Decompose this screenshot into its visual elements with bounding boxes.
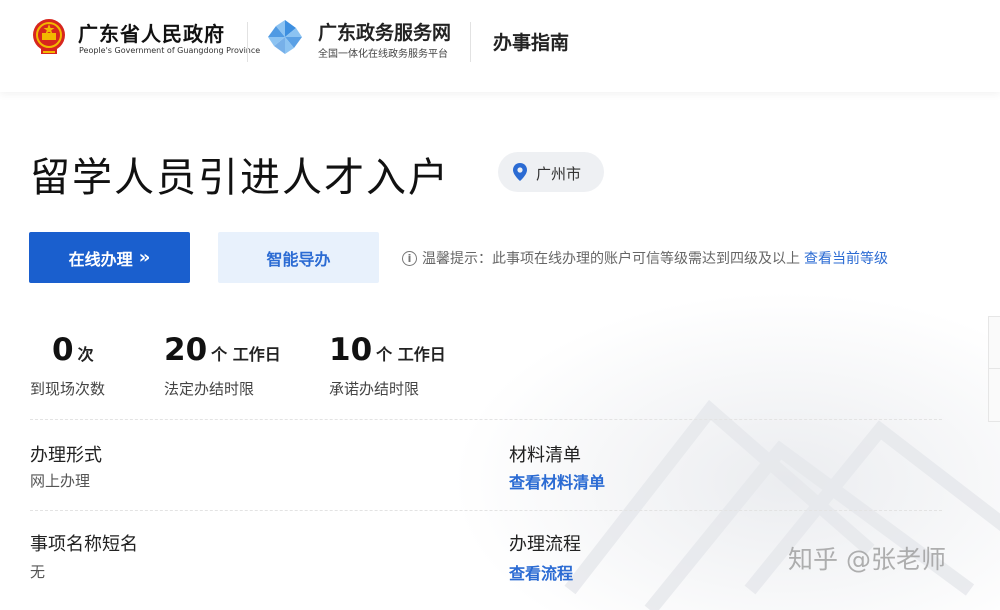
stat-unit: 次 [77,345,94,364]
materials-link[interactable]: 查看材料清单 [509,469,605,493]
online-apply-button[interactable]: 在线办理 » [29,232,190,283]
gov-subtitle: People's Government of Guangdong Provinc… [79,46,261,55]
page-title: 留学人员引进人才入户 [30,155,450,201]
notice-text: 温馨提示：此事项在线办理的账户可信等级需达到四级及以上 [422,251,800,267]
pinwheel-logo-icon[interactable] [266,18,304,56]
site-header: 广东省人民政府 People's Government of Guangdong… [0,0,1000,92]
service-title[interactable]: 广东政务服务网 [318,18,451,45]
side-float-tab[interactable] [988,316,1000,370]
stat-promise-limit: 10 个 工作日 承诺办结时限 [329,332,446,398]
service-subtitle: 全国一体化在线政务服务平台 [318,49,448,60]
short-name-label: 事项名称短名 [30,534,138,555]
side-float-tab[interactable] [988,368,1000,422]
location-text: 广州市 [536,165,582,183]
form-value: 网上办理 [30,472,91,490]
stat-value: 10 [329,332,373,368]
online-apply-label: 在线办理 [68,249,133,269]
stat-label: 法定办结时限 [164,380,255,398]
watermark: 知乎 @张老师 [788,545,946,574]
process-label: 办理流程 [509,534,581,555]
guide-label: 办事指南 [493,32,570,54]
smart-guide-button[interactable]: 智能导办 [218,232,379,283]
stat-value: 20 [164,332,208,368]
gov-title[interactable]: 广东省人民政府 [78,18,225,47]
materials-label: 材料清单 [509,445,581,466]
form-label: 办理形式 [30,445,102,466]
short-name-value: 无 [30,563,46,581]
notice-tip: i 温馨提示：此事项在线办理的账户可信等级需达到四级及以上 查看当前等级 [402,248,888,268]
stat-visits: 0次 到现场次数 [30,332,105,398]
stat-label: 到现场次数 [30,380,106,398]
double-chevron-right-icon: » [138,247,151,268]
process-link[interactable]: 查看流程 [509,560,573,584]
divider [30,419,942,420]
divider [30,510,942,511]
header-divider [247,22,248,62]
header-divider [470,22,471,62]
stat-unit: 个 工作日 [211,345,281,364]
info-icon: i [402,250,417,266]
location-pin-icon [513,163,527,181]
stat-label: 承诺办结时限 [329,380,420,398]
stat-value: 0 [52,332,74,368]
stat-unit: 个 工作日 [376,345,446,364]
location-badge[interactable]: 广州市 [498,152,604,192]
check-level-link[interactable]: 查看当前等级 [804,248,888,268]
national-emblem-icon[interactable] [31,17,67,57]
stat-legal-limit: 20 个 工作日 法定办结时限 [164,332,281,398]
